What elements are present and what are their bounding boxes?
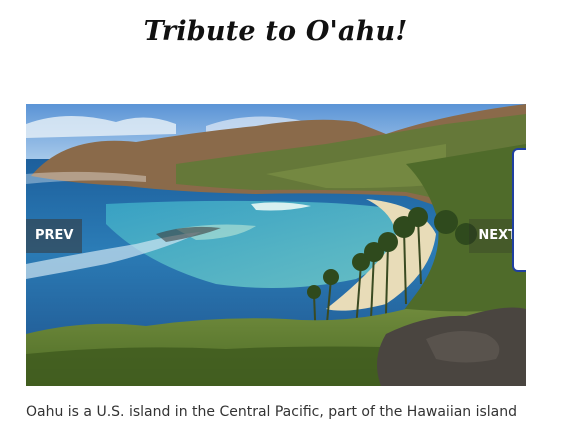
image-slider: PREV NEXT	[26, 104, 526, 386]
slide-image	[26, 104, 526, 386]
page-title: Tribute to O'ahu!	[143, 16, 408, 47]
page: Tribute to O'ahu! PREV NEXT Oahu is a U.…	[0, 0, 561, 421]
description-text: Oahu is a U.S. island in the Central Pac…	[26, 404, 518, 420]
side-tab-widget[interactable]	[512, 148, 526, 272]
prev-button[interactable]: PREV	[26, 219, 83, 253]
